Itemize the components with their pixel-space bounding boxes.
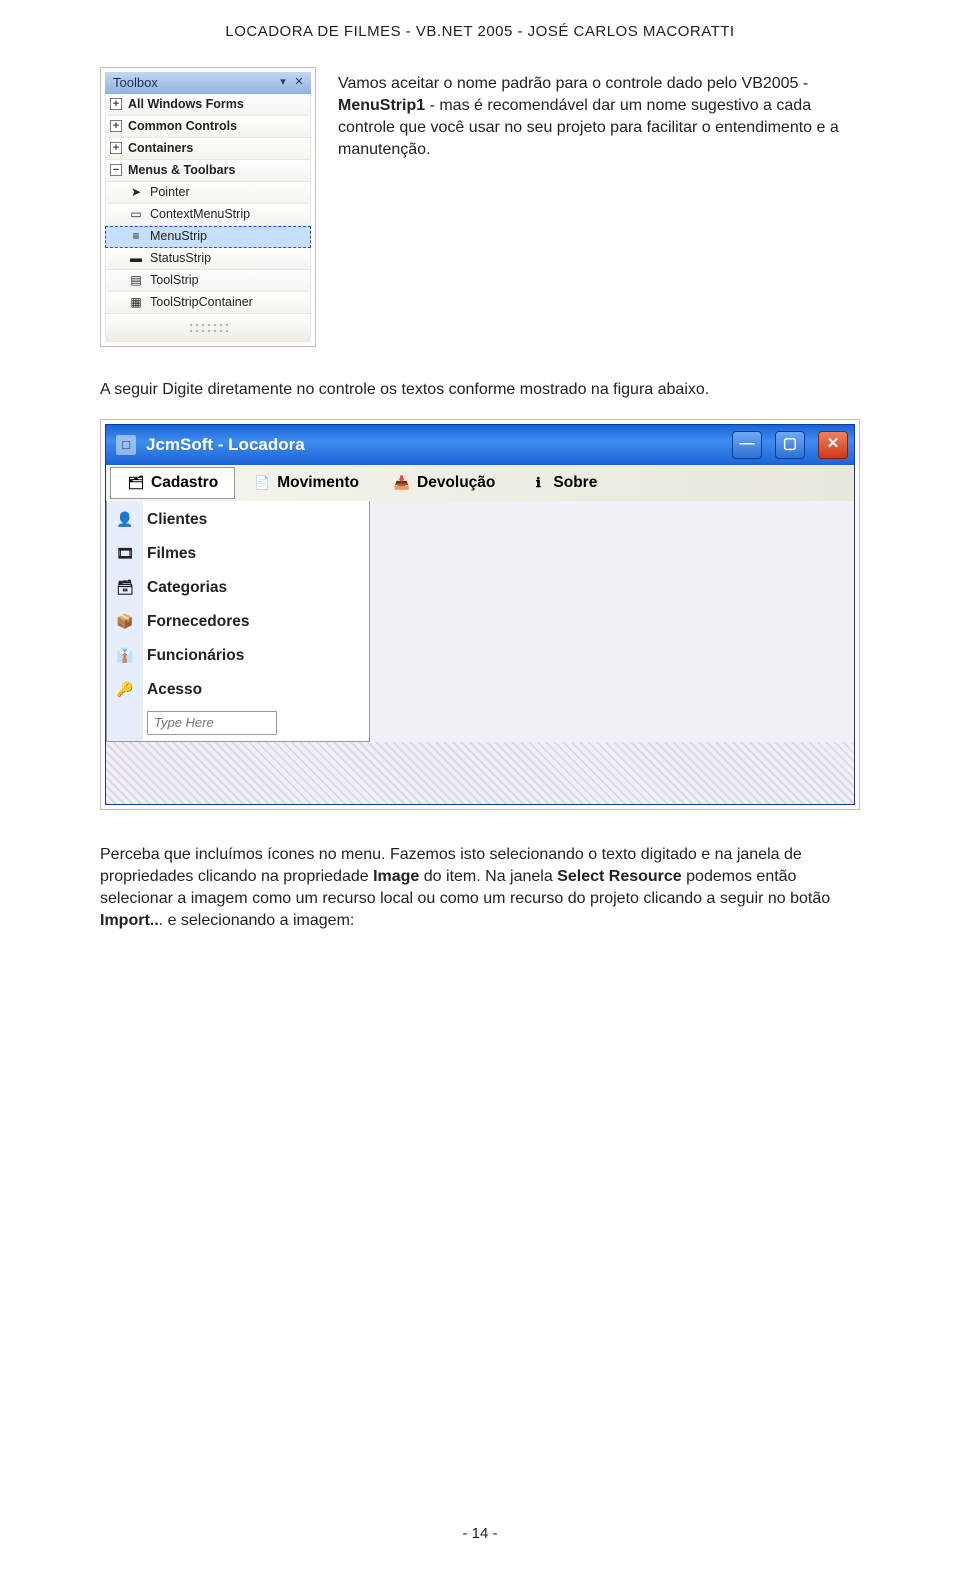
para2-text-2: do item. Na janela (419, 868, 557, 885)
dropdown-item-label: Acesso (147, 679, 202, 700)
pointer-icon: ➤ (128, 184, 144, 200)
paragraph-3: Perceba que incluímos ícones no menu. Fa… (100, 844, 860, 932)
grip-icon (188, 322, 228, 332)
toolbox-frame: Toolbox ▾ ✕ All Windows Forms Common Con… (100, 67, 316, 347)
expand-icon[interactable] (110, 142, 122, 154)
dropdown-item-label: Categorias (147, 577, 227, 598)
locadora-window: □ JcmSoft - Locadora — ▢ ✕ 🗂 Cadastro 📄 … (105, 424, 855, 805)
dropdown-item-acesso[interactable]: 🔑 Acesso (107, 673, 367, 707)
para2-bold-3: Import.. (100, 912, 159, 929)
toolbox-item-menustrip[interactable]: ≡ MenuStrip (105, 226, 311, 248)
fornecedores-icon: 📦 (113, 610, 137, 634)
dropdown-item-funcionarios[interactable]: 👔 Funcionários (107, 639, 367, 673)
para2-bold-1: Image (373, 868, 419, 885)
toolbox-group-label: Menus & Toolbars (128, 162, 235, 179)
dropdown-item-categorias[interactable]: 🗃 Categorias (107, 571, 367, 605)
tool-strip-container-icon: ▦ (128, 294, 144, 310)
paragraph-1: Vamos aceitar o nome padrão para o contr… (334, 67, 860, 347)
menu-item-devolucao[interactable]: 📥 Devolução (377, 467, 511, 499)
tool-strip-icon: ▤ (128, 272, 144, 288)
expand-icon[interactable] (110, 120, 122, 132)
status-strip-icon: ▬ (128, 250, 144, 266)
maximize-button[interactable]: ▢ (775, 431, 805, 459)
window-titlebar[interactable]: □ JcmSoft - Locadora — ▢ ✕ (106, 425, 854, 465)
toolbox-titlebar: Toolbox ▾ ✕ (105, 72, 311, 94)
toolbox-group-label: Containers (128, 140, 193, 157)
paragraph-2: A seguir Digite diretamente no controle … (100, 379, 860, 401)
context-menu-icon: ▭ (128, 206, 144, 222)
folder-icon: 🗂 (127, 474, 145, 492)
para2-bold-2: Select Resource (557, 868, 682, 885)
toolbox-item-label: ContextMenuStrip (150, 206, 250, 223)
toolbox-group-menus-toolbars[interactable]: Menus & Toolbars (105, 160, 311, 182)
toolbox-group-label: All Windows Forms (128, 96, 244, 113)
toolbox-item-label: StatusStrip (150, 250, 211, 267)
type-here-input[interactable] (147, 711, 277, 735)
toolbox-item-contextmenustrip[interactable]: ▭ ContextMenuStrip (105, 204, 311, 226)
filmes-icon: 🎞 (113, 542, 137, 566)
toolbox-item-pointer[interactable]: ➤ Pointer (105, 182, 311, 204)
menu-item-sobre[interactable]: ℹ Sobre (513, 467, 613, 499)
cadastro-dropdown: 👤 Clientes 🎞 Filmes 🗃 Categorias 📦 Forne… (106, 501, 370, 742)
funcionarios-icon: 👔 (113, 644, 137, 668)
toolbox-group-common-controls[interactable]: Common Controls (105, 116, 311, 138)
expand-icon[interactable] (110, 98, 122, 110)
toolbox-group-all-windows-forms[interactable]: All Windows Forms (105, 94, 311, 116)
figure-toolbox-and-text: Toolbox ▾ ✕ All Windows Forms Common Con… (100, 67, 860, 347)
figure-locadora-window: □ JcmSoft - Locadora — ▢ ✕ 🗂 Cadastro 📄 … (100, 419, 860, 810)
toolbox-item-toolstripcontainer[interactable]: ▦ ToolStripContainer (105, 292, 311, 314)
dropdown-item-label: Fornecedores (147, 611, 250, 632)
menu-bar: 🗂 Cadastro 📄 Movimento 📥 Devolução ℹ Sob… (106, 465, 854, 501)
dropdown-icon[interactable]: ▾ (275, 75, 291, 91)
toolbox-item-toolstrip[interactable]: ▤ ToolStrip (105, 270, 311, 292)
window-title: JcmSoft - Locadora (146, 433, 305, 456)
menu-item-label: Devolução (417, 472, 495, 493)
para2-text-4: . e selecionando a imagem: (159, 912, 355, 929)
dropdown-item-label: Funcionários (147, 645, 244, 666)
devolucao-icon: 📥 (393, 474, 411, 492)
type-here-row[interactable] (107, 707, 367, 739)
menu-item-label: Movimento (277, 472, 359, 493)
toolbox-group-label: Common Controls (128, 118, 237, 135)
dropdown-item-fornecedores[interactable]: 📦 Fornecedores (107, 605, 367, 639)
toolbox-item-statusstrip[interactable]: ▬ StatusStrip (105, 248, 311, 270)
categorias-icon: 🗃 (113, 576, 137, 600)
dropdown-item-label: Filmes (147, 543, 196, 564)
toolbox-item-label: ToolStrip (150, 272, 199, 289)
acesso-icon: 🔑 (113, 678, 137, 702)
clientes-icon: 👤 (113, 508, 137, 532)
menu-item-cadastro[interactable]: 🗂 Cadastro (110, 467, 235, 499)
window-body: 🗂 Cadastro 📄 Movimento 📥 Devolução ℹ Sob… (106, 465, 854, 804)
collapse-icon[interactable] (110, 164, 122, 176)
dropdown-item-filmes[interactable]: 🎞 Filmes (107, 537, 367, 571)
menu-item-movimento[interactable]: 📄 Movimento (237, 467, 375, 499)
close-icon[interactable]: ✕ (291, 75, 307, 91)
toolbox-title-text: Toolbox (113, 74, 158, 92)
app-icon: □ (116, 435, 136, 455)
toolbox-grip (105, 314, 311, 342)
toolbox-item-label: ToolStripContainer (150, 294, 253, 311)
toolbox-item-label: MenuStrip (150, 228, 207, 245)
movimento-icon: 📄 (253, 474, 271, 492)
menu-item-label: Sobre (553, 472, 597, 493)
close-button[interactable]: ✕ (818, 431, 848, 459)
para1-bold-1: MenuStrip1 (338, 97, 425, 114)
toolbox-item-label: Pointer (150, 184, 190, 201)
para1-text-1: Vamos aceitar o nome padrão para o contr… (338, 75, 808, 92)
page-header: LOCADORA DE FILMES - VB.NET 2005 - JOSÉ … (100, 0, 860, 53)
sobre-icon: ℹ (529, 474, 547, 492)
dropdown-item-clientes[interactable]: 👤 Clientes (107, 503, 367, 537)
toolbox-group-containers[interactable]: Containers (105, 138, 311, 160)
design-surface (106, 742, 854, 804)
minimize-button[interactable]: — (732, 431, 762, 459)
page-number: - 14 - (0, 1524, 960, 1545)
menu-item-label: Cadastro (151, 472, 218, 493)
menu-strip-icon: ≡ (128, 229, 144, 245)
dropdown-item-label: Clientes (147, 509, 207, 530)
toolbox-panel: Toolbox ▾ ✕ All Windows Forms Common Con… (105, 72, 311, 342)
